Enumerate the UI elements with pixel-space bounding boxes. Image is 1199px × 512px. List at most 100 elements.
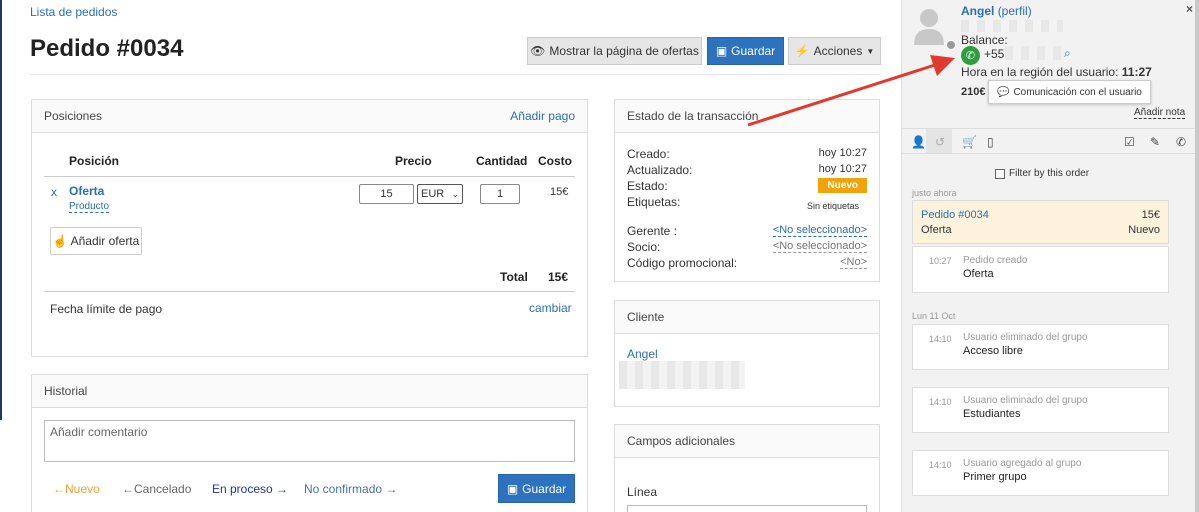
filter-by-order[interactable]: Filter by this order (995, 168, 1089, 179)
event-value: Primer grupo (963, 471, 1027, 483)
line-field-input[interactable] (627, 505, 867, 512)
status-in-process-button[interactable]: En proceso → (212, 482, 288, 496)
order-card-price: 15€ (1141, 209, 1160, 221)
positions-panel: Posiciones Añadir pago Posición Precio C… (31, 99, 588, 357)
arrow-left-icon: ← (122, 482, 134, 496)
status-cancelled-button[interactable]: ←Cancelado (122, 482, 191, 496)
checklist-tab-icon[interactable]: ☑ (1124, 135, 1135, 149)
redacted-email (961, 20, 1063, 32)
updated-value: hoy 10:27 (818, 163, 867, 175)
event-value: Oferta (963, 268, 994, 280)
caret-down-icon: ▼ (866, 46, 875, 56)
save-button[interactable]: ▣ Guardar (707, 37, 784, 65)
table-header-divider (44, 176, 575, 177)
currency-select[interactable]: EUR ⌄ (417, 184, 463, 204)
actions-dropdown[interactable]: ⚡ Acciones ▼ (788, 37, 881, 65)
history-save-button[interactable]: ▣ Guardar (498, 474, 575, 503)
show-offers-page-button[interactable]: 👁 Mostrar la página de ofertas (527, 37, 702, 65)
timeline-event: 14:10 Usuario agregado al grupo Primer g… (912, 450, 1169, 496)
comment-textarea[interactable]: Añadir comentario (44, 420, 575, 462)
window-edge-gap (0, 420, 2, 512)
breadcrumb-orders-list[interactable]: Lista de pedidos (30, 5, 117, 19)
event-time: 14:10 (929, 334, 952, 344)
floppy-icon: ▣ (506, 481, 519, 496)
col-header-cost: Costo (538, 154, 572, 168)
extra-fields-title: Campos adicionales (627, 434, 736, 448)
event-value: Acceso libre (963, 345, 1023, 357)
add-note-link[interactable]: Añadir nota (1134, 107, 1186, 119)
quantity-input[interactable]: 1 (480, 184, 520, 204)
arrow-left-icon: ← (53, 482, 65, 496)
position-name-link[interactable]: Oferta (69, 184, 104, 198)
communication-tooltip[interactable]: 💬 Comunicación con el usuario (988, 80, 1151, 104)
order-page: Lista de pedidos Pedido #0034 👁 Mostrar … (0, 0, 1199, 512)
phone-tab-icon[interactable]: ✆ (1176, 135, 1186, 149)
order-card-title[interactable]: Pedido #0034 (921, 209, 989, 221)
filter-checkbox[interactable] (995, 168, 1005, 179)
history-tab-icon[interactable]: ↺ (935, 135, 945, 149)
history-panel-header: Historial (32, 375, 587, 408)
profile-link[interactable]: (perfil) (998, 4, 1032, 18)
total-value: 15€ (548, 270, 569, 284)
just-now-label: justo ahora (912, 188, 957, 198)
pencil-tab-icon[interactable]: ✎ (1150, 135, 1160, 149)
cart-tab-icon[interactable]: 🛒 (962, 135, 977, 149)
balance-label: Balance: (961, 33, 1008, 47)
col-header-position: Posición (69, 154, 120, 168)
user-tab-icon[interactable]: 👤 (911, 135, 926, 149)
positions-title: Posiciones (44, 109, 103, 123)
phone-call-icon[interactable]: ✆ (961, 46, 980, 65)
payment-deadline-label: Fecha límite de pago (50, 302, 163, 316)
manager-label: Gerente : (627, 224, 678, 238)
online-status-dot (946, 40, 956, 50)
status-badge[interactable]: Nuevo (818, 178, 867, 193)
extra-fields-header: Campos adicionales (615, 425, 879, 458)
add-offer-button[interactable]: ☝ Añadir oferta (50, 227, 142, 255)
promo-label: Código promocional: (627, 256, 738, 270)
date-separator: Lun 11 Oct (912, 311, 956, 321)
order-event-card[interactable]: Pedido #0034 15€ Oferta Nuevo (912, 200, 1169, 244)
change-deadline-link[interactable]: cambiar (529, 301, 572, 315)
user-amount: 210€ (961, 86, 986, 98)
user-name-row: Angel (perfil) (961, 4, 1032, 18)
page-title: Pedido #0034 (30, 35, 184, 62)
partner-select[interactable]: <No seleccionado> (772, 240, 867, 253)
line-field-label: Línea (627, 485, 658, 499)
floppy-icon: ▣ (715, 44, 728, 58)
status-new-button[interactable]: ←Nuevo (53, 482, 100, 496)
col-header-quantity: Cantidad (476, 154, 528, 168)
bolt-icon: ⚡ (794, 44, 810, 58)
event-value: Estudiantes (963, 408, 1021, 420)
promo-select[interactable]: <No> (840, 256, 867, 269)
user-name-link[interactable]: Angel (961, 4, 994, 18)
pointer-hand-icon: ☝ (52, 234, 68, 248)
redacted-phone (1005, 46, 1061, 60)
close-icon[interactable]: × (1186, 2, 1193, 16)
timeline-event: 10:27 Pedido creado Oferta (912, 246, 1169, 293)
client-name-link[interactable]: Angel (627, 347, 658, 361)
event-time: 14:10 (929, 460, 952, 470)
client-panel-header: Cliente (615, 301, 879, 334)
add-payment-link[interactable]: Añadir pago (510, 109, 575, 123)
scrollbar[interactable] (1195, 0, 1199, 512)
total-label: Total (500, 270, 528, 284)
status-unconfirmed-button[interactable]: No confirmado → (304, 482, 397, 496)
tags-value[interactable]: Sin etiquetas (807, 201, 859, 211)
position-type[interactable]: Producto (69, 201, 110, 213)
order-card-status: Nuevo (1128, 224, 1160, 236)
manager-select[interactable]: <No seleccionado> (772, 224, 867, 237)
search-icon[interactable]: ⌕ (1064, 46, 1071, 61)
eye-icon: 👁 (530, 44, 546, 58)
user-sidebar: Angel (perfil) Balance: ✆ +55 ⌕ Hora en … (901, 0, 1199, 512)
transaction-panel-header: Estado de la transacción (615, 100, 879, 133)
tags-label: Etiquetas: (627, 195, 681, 209)
price-input[interactable]: 15 (359, 184, 414, 204)
remove-position-button[interactable]: x (51, 185, 57, 199)
updated-label: Actualizado: (627, 163, 693, 177)
total-divider (44, 291, 575, 292)
col-header-price: Precio (395, 154, 432, 168)
event-time: 14:10 (929, 397, 952, 407)
transaction-title: Estado de la transacción (627, 109, 759, 123)
mobile-tab-icon[interactable]: ▯ (987, 135, 994, 149)
event-label: Usuario eliminado del grupo (963, 395, 1088, 406)
